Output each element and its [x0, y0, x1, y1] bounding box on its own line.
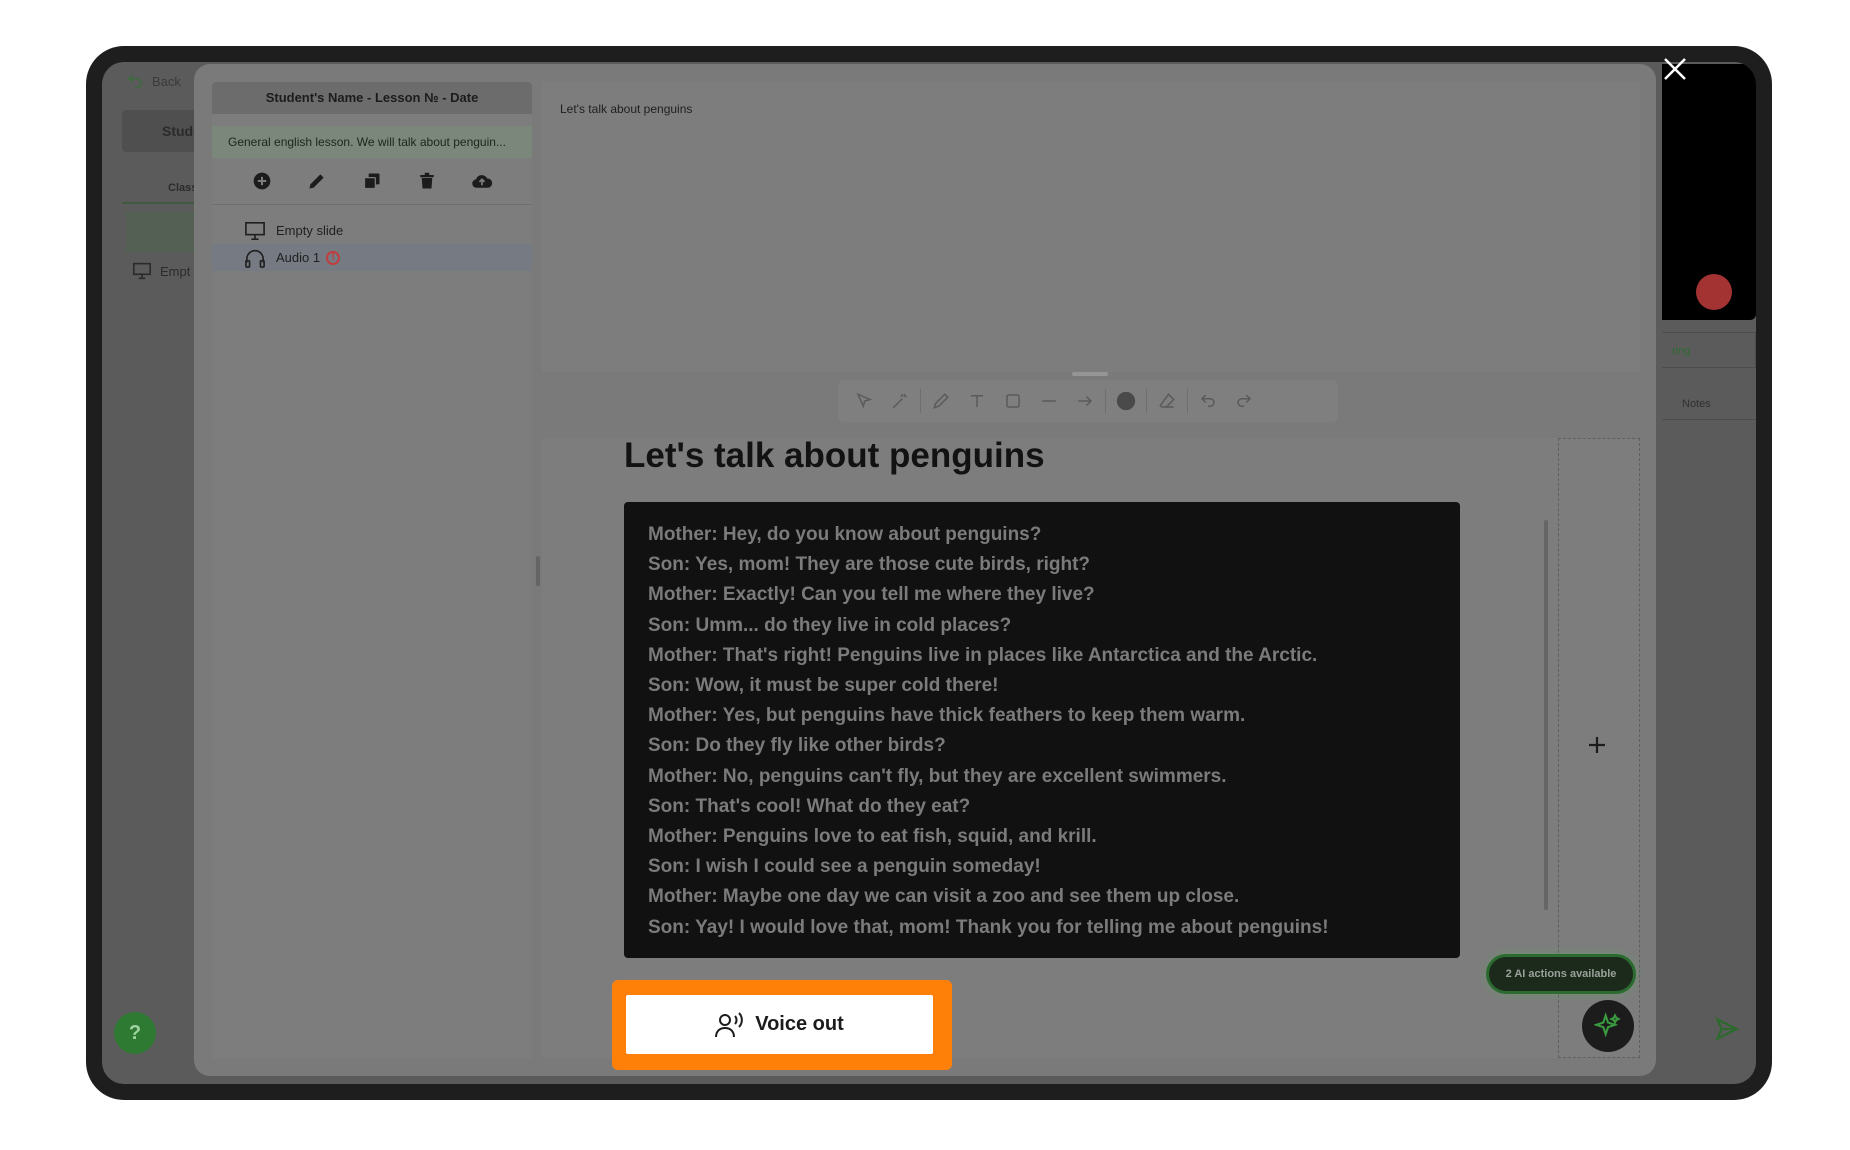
dialog-text-block[interactable]: Mother: Hey, do you know about penguins?… — [624, 502, 1460, 958]
editor-scrollbar[interactable] — [1544, 520, 1548, 910]
background-slide-label: Empt — [160, 263, 191, 279]
ai-assistant-button[interactable] — [1582, 1000, 1634, 1052]
help-button[interactable]: ? — [114, 1012, 156, 1054]
slide-label: Audio 1 — [276, 250, 321, 265]
slide-title[interactable]: Let's talk about penguins — [624, 436, 1045, 476]
recording-tab[interactable]: ring — [1662, 332, 1756, 368]
background-slide-item[interactable]: Empt — [132, 262, 190, 280]
presentation-icon — [133, 262, 151, 280]
redo-icon[interactable] — [1226, 383, 1262, 419]
slide-preview: Let's talk about penguins — [542, 82, 1640, 376]
arrow-icon[interactable] — [1067, 383, 1103, 419]
dialog-line: Son: That's cool! What do they eat? — [648, 795, 971, 817]
undo-icon[interactable] — [1190, 383, 1226, 419]
sparkle-icon — [1594, 1012, 1621, 1038]
dialog-line: Son: I wish I could see a penguin someda… — [648, 856, 1041, 878]
select-icon[interactable] — [846, 383, 882, 419]
toolbar-divider — [1105, 389, 1106, 413]
slide-list: Empty slide Audio 1 ! — [212, 217, 532, 271]
dialog-line: Mother: That's right! Penguins live in p… — [648, 644, 1318, 666]
dialog-line: Mother: Maybe one day we can visit a zoo… — [648, 886, 1240, 908]
lesson-editor-modal: Student's Name - Lesson № - Date General… — [194, 64, 1656, 1076]
voice-out-label: Voice out — [755, 1013, 844, 1035]
dialog-line: Son: Yay! I would love that, mom! Thank … — [648, 916, 1329, 938]
lesson-description[interactable]: General english lesson. We will talk abo… — [212, 126, 532, 158]
preview-text: Let's talk about penguins — [560, 102, 693, 116]
camera-off-button[interactable] — [1696, 274, 1732, 310]
delete-icon[interactable] — [416, 170, 438, 192]
plus-icon[interactable] — [1585, 733, 1609, 757]
slides-panel: Student's Name - Lesson № - Date General… — [212, 82, 532, 1058]
dialog-line: Mother: No, penguins can't fly, but they… — [648, 765, 1227, 787]
drawing-toolbar — [838, 380, 1338, 422]
error-icon: ! — [326, 250, 341, 265]
notes-tab[interactable]: Notes — [1662, 388, 1756, 420]
dialog-line: Son: Yes, mom! They are those cute birds… — [648, 554, 1091, 576]
laser-icon[interactable] — [882, 383, 918, 419]
lesson-title[interactable]: Student's Name - Lesson № - Date — [212, 82, 532, 114]
toolbar-divider — [920, 389, 921, 413]
back-arrow-icon — [127, 74, 142, 89]
dialog-line: Son: Do they fly like other birds? — [648, 735, 946, 757]
voice-out-button[interactable]: Voice out — [626, 995, 933, 1054]
color-icon[interactable] — [1108, 383, 1144, 419]
panel-resize-handle[interactable] — [536, 556, 540, 586]
pen-icon[interactable] — [923, 383, 959, 419]
duplicate-icon[interactable] — [361, 170, 383, 192]
dialog-line: Mother: Penguins love to eat fish, squid… — [648, 826, 1097, 848]
speaking-person-icon — [715, 1011, 744, 1037]
back-link[interactable]: Back — [126, 72, 181, 90]
toolbar-divider — [1187, 389, 1188, 413]
slide-item-audio[interactable]: Audio 1 ! — [212, 244, 532, 271]
slides-toolbar — [212, 158, 532, 205]
dialog-line: Mother: Hey, do you know about penguins? — [648, 524, 1042, 545]
line-icon[interactable] — [1031, 383, 1067, 419]
dialog-line: Son: Wow, it must be super cold there! — [648, 675, 999, 697]
slide-editor: Let's talk about penguins Mother: Hey, d… — [542, 436, 1640, 1058]
eraser-icon[interactable] — [1149, 383, 1185, 419]
ai-actions-badge[interactable]: 2 AI actions available — [1486, 954, 1636, 994]
add-icon[interactable] — [251, 170, 273, 192]
upload-icon[interactable] — [471, 170, 493, 192]
text-icon[interactable] — [959, 383, 995, 419]
headphones-icon — [245, 249, 265, 268]
close-icon[interactable] — [1660, 54, 1690, 84]
slide-item-empty[interactable]: Empty slide — [212, 217, 532, 244]
preview-resize-handle[interactable] — [1072, 372, 1108, 376]
toolbar-divider — [1146, 389, 1147, 413]
send-icon[interactable] — [1714, 1016, 1740, 1042]
dialog-line: Son: Umm... do they live in cold places? — [648, 614, 1012, 636]
edit-icon[interactable] — [306, 170, 328, 192]
presentation-icon — [245, 221, 265, 240]
dialog-line: Mother: Exactly! Can you tell me where t… — [648, 584, 1095, 606]
rectangle-icon[interactable] — [995, 383, 1031, 419]
back-label: Back — [152, 73, 181, 89]
dialog-line: Mother: Yes, but penguins have thick fea… — [648, 705, 1246, 727]
slide-label: Empty slide — [276, 223, 344, 238]
